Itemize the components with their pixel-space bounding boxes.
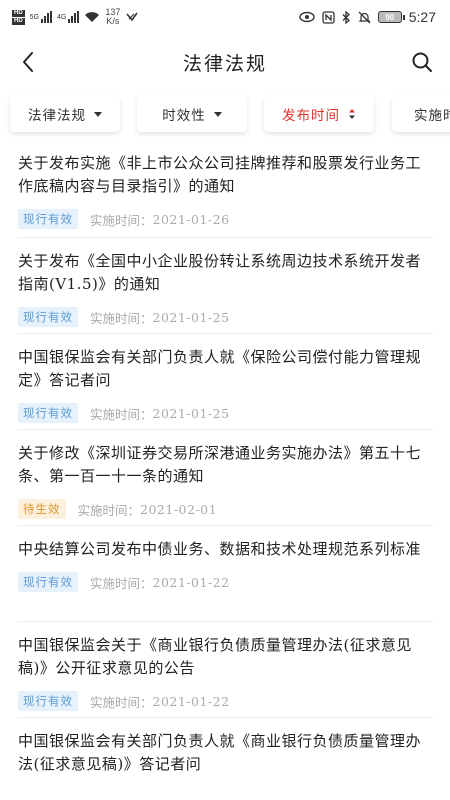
filter-validity[interactable]: 时效性	[137, 96, 247, 132]
network-speed: 137 K/s	[105, 8, 120, 26]
filter-bar: 法律法规 时效性 发布时间 实施时	[0, 92, 450, 140]
item-title: 中国银保监会有关部门负责人就《保险公司偿付能力管理规定》答记者问	[18, 348, 422, 389]
list-item[interactable]: 中国银保监会关于《商业银行负债质量管理办法(征求意见稿)》公开征求意见的公告 现…	[18, 622, 434, 718]
item-title: 关于修改《深圳证券交易所深港通业务实施办法》第五十七条、第一百一十一条的通知	[18, 444, 422, 485]
status-badge: 待生效	[18, 499, 66, 519]
status-badge: 现行有效	[18, 209, 78, 229]
page-title: 法律法规	[182, 52, 267, 75]
status-badge: 现行有效	[18, 691, 78, 711]
filter-publish-time[interactable]: 发布时间	[264, 96, 374, 132]
item-title: 关于发布实施《非上市公众公司挂牌推荐和股票发行业务工作底稿内容与目录指引》的通知	[18, 154, 422, 195]
back-button[interactable]	[14, 48, 42, 76]
item-meta: 现行有效 实施时间： 2021-01-22	[18, 691, 434, 711]
filter-label: 时效性	[162, 108, 206, 124]
filter-effective-time[interactable]: 实施时	[392, 96, 450, 132]
caret-down-icon	[213, 111, 222, 117]
caret-down-icon	[94, 111, 102, 117]
item-title: 中国银保监会关于《商业银行负债质量管理办法(征求意见稿)》公开征求意见的公告	[18, 636, 412, 677]
item-meta: 现行有效 实施时间： 2021-01-26	[18, 209, 434, 229]
item-title: 中国银保监会有关部门负责人就《商业银行负债质量管理办法(征求意见稿)》答记者问	[18, 732, 422, 773]
date-label: 实施时间：	[90, 212, 153, 228]
status-badge: 现行有效	[18, 307, 78, 327]
mute-icon	[358, 11, 371, 23]
list-item[interactable]: 关于发布《全国中小企业股份转让系统周边技术系统开发者指南(V1.5)》的通知 现…	[18, 238, 434, 334]
status-badge: 现行有效	[18, 572, 78, 592]
regulation-list: 关于发布实施《非上市公众公司挂牌推荐和股票发行业务工作底稿内容与目录指引》的通知…	[18, 146, 434, 798]
status-bar-left: HD HD 5G 4G 137 K/s	[12, 8, 139, 26]
date-value: 2021-01-26	[152, 211, 230, 227]
battery-icon: 90	[377, 11, 405, 23]
list-item[interactable]: 关于发布实施《非上市公众公司挂牌推荐和股票发行业务工作底稿内容与目录指引》的通知…	[18, 146, 434, 238]
item-title: 中央结算公司发布中债业务、数据和技术处理规范系列标准	[18, 540, 422, 558]
hd-badge-1: HD	[12, 9, 25, 17]
date-value: 2021-01-25	[152, 405, 230, 421]
list-item[interactable]: 中国银保监会有关部门负责人就《保险公司偿付能力管理规定》答记者问 现行有效 实施…	[18, 334, 434, 430]
status-bar: HD HD 5G 4G 137 K/s 90 5:27	[0, 0, 450, 34]
search-icon	[412, 52, 432, 72]
date-label: 实施时间：	[90, 575, 153, 591]
item-title: 关于发布《全国中小企业股份转让系统周边技术系统开发者指南(V1.5)》的通知	[18, 252, 422, 293]
eye-icon	[299, 11, 315, 23]
item-meta: 现行有效 实施时间： 2021-01-25	[18, 403, 434, 423]
date-value: 2021-01-25	[152, 309, 230, 325]
date-value: 2021-02-01	[140, 501, 218, 517]
date-value: 2021-01-22	[152, 693, 230, 709]
filter-label: 法律法规	[28, 108, 86, 124]
nfc-icon	[322, 10, 335, 24]
signal-icon-2	[68, 11, 80, 23]
list-item[interactable]: 中国银保监会有关部门负责人就《商业银行负债质量管理办法(征求意见稿)》答记者问	[18, 718, 434, 798]
filter-category[interactable]: 法律法规	[10, 96, 120, 132]
wifi-icon	[85, 12, 100, 22]
date-label: 实施时间：	[90, 406, 153, 422]
filter-label: 发布时间	[282, 108, 340, 124]
hd-indicators: HD HD	[12, 9, 25, 25]
date-value: 2021-01-22	[152, 574, 230, 590]
wechat-pay-icon	[126, 12, 139, 22]
date-label: 实施时间：	[90, 694, 153, 710]
list-item[interactable]: 中央结算公司发布中债业务、数据和技术处理规范系列标准 现行有效 实施时间： 20…	[18, 526, 434, 622]
status-bar-right: 90 5:27	[299, 9, 436, 25]
list-item[interactable]: 关于修改《深圳证券交易所深港通业务实施办法》第五十七条、第一百一十一条的通知 待…	[18, 430, 434, 526]
network-speed-unit: K/s	[106, 16, 120, 26]
filter-label: 实施时	[414, 108, 450, 124]
search-button[interactable]	[408, 48, 436, 76]
item-meta: 现行有效 实施时间： 2021-01-22	[18, 572, 434, 592]
battery-level: 90	[385, 12, 395, 22]
sort-icon	[349, 109, 355, 119]
date-label: 实施时间：	[77, 502, 141, 518]
network-type-1: 5G	[29, 14, 40, 21]
network-type-2: 4G	[57, 14, 67, 21]
item-meta: 现行有效 实施时间： 2021-01-25	[18, 307, 434, 327]
signal-icon	[41, 11, 53, 23]
hd-badge-2: HD	[12, 17, 25, 25]
clock: 5:27	[408, 9, 436, 25]
date-label: 实施时间：	[90, 310, 153, 326]
bluetooth-icon	[342, 10, 350, 24]
item-meta: 待生效 实施时间： 2021-02-01	[18, 499, 434, 519]
status-badge: 现行有效	[18, 403, 78, 423]
app-header: 法律法规	[0, 34, 450, 90]
chevron-left-icon	[23, 52, 33, 72]
